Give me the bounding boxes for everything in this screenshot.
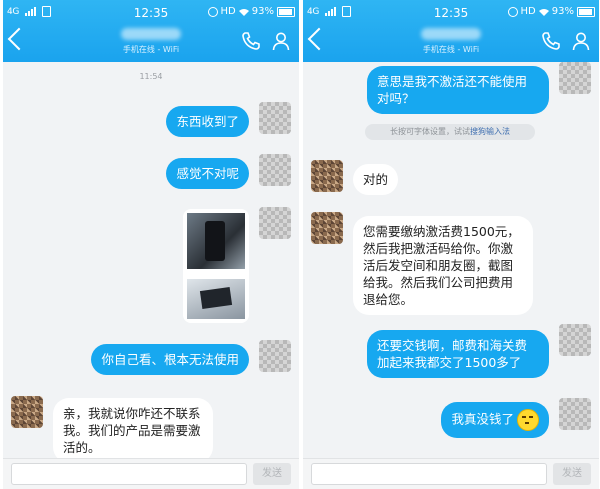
message-input[interactable] xyxy=(11,463,247,485)
user-profile-icon[interactable] xyxy=(271,31,291,51)
phone-call-icon[interactable] xyxy=(541,31,561,51)
status-bar: 4G 12:35 HD 93% xyxy=(3,3,299,23)
status-bar: 4G 12:35 HD 93% xyxy=(303,3,599,23)
contact-avatar[interactable] xyxy=(311,160,343,192)
my-avatar[interactable] xyxy=(259,340,291,372)
user-profile-icon[interactable] xyxy=(571,31,591,51)
status-right: HD 93% xyxy=(207,6,295,17)
input-method-hint: 长按可字体设置，试试搜狗输入法 xyxy=(365,124,535,140)
message-bubble-sent[interactable]: 东西收到了 xyxy=(166,106,249,137)
message-bubble-received[interactable]: 对的 xyxy=(353,164,399,195)
chat-header: 4G 12:35 HD 93% 手机在线 - WiFi xyxy=(3,0,299,62)
my-avatar[interactable] xyxy=(559,398,591,430)
send-button[interactable]: 发送 xyxy=(253,463,291,485)
status-right: HD 93% xyxy=(507,6,595,17)
hint-link[interactable]: 搜狗输入法 xyxy=(470,127,510,136)
input-bar: 发送 xyxy=(303,458,599,489)
message-text: 我真没钱了 xyxy=(451,411,514,427)
send-button[interactable]: 发送 xyxy=(553,463,591,485)
my-avatar[interactable] xyxy=(259,154,291,186)
input-bar: 发送 xyxy=(3,458,299,489)
phone-photo[interactable] xyxy=(187,213,245,269)
wifi-icon xyxy=(538,8,549,16)
message-timestamp: 11:54 xyxy=(139,72,163,81)
my-avatar[interactable] xyxy=(559,324,591,356)
box-photo[interactable] xyxy=(187,279,245,319)
phone-call-icon[interactable] xyxy=(241,31,261,51)
my-avatar[interactable] xyxy=(259,102,291,134)
hd-label: HD xyxy=(520,6,536,17)
contact-name-blurred xyxy=(421,28,481,40)
my-avatar[interactable] xyxy=(559,62,591,94)
hd-label: HD xyxy=(220,6,236,17)
hint-text: 长按可字体设置，试试 xyxy=(390,127,470,136)
left-phone-screen: 4G 12:35 HD 93% 手机在线 - WiFi 11:54 东西收到了 … xyxy=(3,0,299,489)
message-bubble-sent[interactable]: 感觉不对呢 xyxy=(166,158,249,189)
chat-area[interactable]: 11:54 东西收到了 感觉不对呢 你自己看、根本无法使用 亲，我就说你咋还不联… xyxy=(3,62,299,463)
message-bubble-sent[interactable]: 我真没钱了 xyxy=(441,402,549,438)
message-bubble-sent[interactable]: 意思是我不激活还不能使用对吗？ xyxy=(367,66,549,114)
message-bubble-received[interactable]: 亲，我就说你咋还不联系我。我们的产品是需要激活的。 xyxy=(53,398,213,463)
battery-icon xyxy=(577,6,595,17)
battery-icon xyxy=(277,6,295,17)
my-avatar[interactable] xyxy=(259,207,291,239)
battery-percent: 93% xyxy=(551,6,574,17)
contact-name-blurred xyxy=(121,28,181,40)
image-message[interactable] xyxy=(183,209,249,323)
smile-emoji-icon xyxy=(517,409,539,431)
contact-avatar[interactable] xyxy=(311,212,343,244)
message-bubble-sent[interactable]: 你自己看、根本无法使用 xyxy=(91,344,249,375)
wifi-icon xyxy=(238,8,249,16)
message-bubble-received[interactable]: 您需要缴纳激活费1500元，然后我把激活码给你。你激活后发空间和朋友圈，截图给我… xyxy=(353,216,533,315)
message-bubble-sent[interactable]: 还要交钱啊，邮费和海关费加起来我都交了1500多了 xyxy=(367,330,549,378)
message-input[interactable] xyxy=(311,463,547,485)
chat-area[interactable]: 意思是我不激活还不能使用对吗？ 长按可字体设置，试试搜狗输入法 对的 您需要缴纳… xyxy=(303,62,599,459)
alarm-icon xyxy=(507,6,518,17)
right-phone-screen: 4G 12:35 HD 93% 手机在线 - WiFi 意思是我不激活还不能使用… xyxy=(303,0,599,489)
battery-percent: 93% xyxy=(251,6,274,17)
alarm-icon xyxy=(207,6,218,17)
contact-avatar[interactable] xyxy=(11,396,43,428)
chat-header: 4G 12:35 HD 93% 手机在线 - WiFi xyxy=(303,0,599,62)
